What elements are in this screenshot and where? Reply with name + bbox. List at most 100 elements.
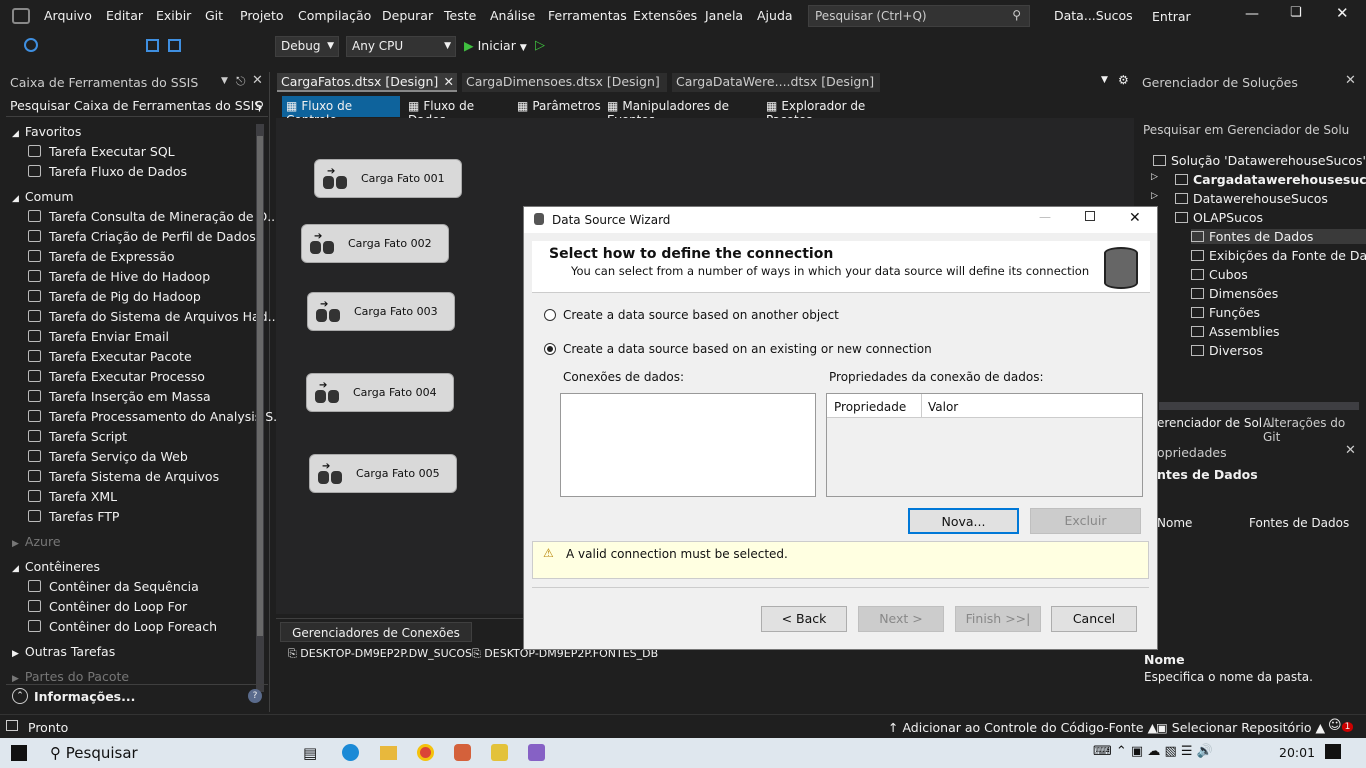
solution-item[interactable]: Cubos xyxy=(1191,267,1248,282)
toolbox-item[interactable]: Tarefa Script xyxy=(28,429,127,444)
run-without-debug-icon[interactable]: ▷ xyxy=(535,38,545,53)
task-carga-fato[interactable]: ➔ Carga Fato 002 xyxy=(301,224,449,263)
help-icon[interactable]: ? xyxy=(248,689,262,703)
menu-item-4[interactable]: Projeto xyxy=(240,8,284,23)
connections-list[interactable] xyxy=(560,393,816,497)
toolbox-search[interactable]: Pesquisar Caixa de Ferramentas do SSIS ⚲ xyxy=(6,95,268,117)
solution-item[interactable]: Solução 'DatawerehouseSucos' (3 d xyxy=(1153,153,1366,168)
minimize-button[interactable]: — xyxy=(1245,6,1259,22)
menu-item-9[interactable]: Ferramentas xyxy=(548,8,627,23)
back-button[interactable]: < Back xyxy=(761,606,847,632)
solution-item[interactable]: Dimensões xyxy=(1191,286,1278,301)
toolbox-group-favoritos[interactable]: ◢ Favoritos xyxy=(12,124,81,139)
toolbox-item[interactable]: Tarefa Inserção em Massa xyxy=(28,389,211,404)
menu-item-3[interactable]: Git xyxy=(205,8,223,23)
start-button[interactable]: ▶ Iniciar ▼ xyxy=(464,38,527,53)
solution-item[interactable]: ▷ DatawerehouseSucos xyxy=(1151,191,1328,206)
properties-object[interactable]: ntes de Dados xyxy=(1157,467,1258,482)
chevron-right-icon[interactable]: ▷ xyxy=(1151,191,1158,201)
toolbox-group-partes[interactable]: ▶ Partes do Pacote xyxy=(12,669,129,684)
chrome-icon[interactable] xyxy=(417,744,434,761)
properties-name-row[interactable]: Nome Fontes de Dados xyxy=(1157,516,1357,530)
restore-button[interactable]: ❏ xyxy=(1290,5,1302,20)
menu-item-12[interactable]: Ajuda xyxy=(757,8,793,23)
solution-item[interactable]: ▷ Cargadatawerehousesucos xyxy=(1151,172,1366,187)
toolbox-close-icon[interactable]: ✕ xyxy=(252,73,263,88)
connection-item[interactable]: ⎘ DESKTOP-DM9EP2P.DW_SUCOS xyxy=(288,647,472,661)
toolbox-group-comum[interactable]: ◢ Comum xyxy=(12,189,74,204)
properties-close-icon[interactable]: ✕ xyxy=(1345,443,1356,458)
vs-logo-icon[interactable] xyxy=(12,8,30,24)
source-control-button[interactable]: ↑ Adicionar ao Controle do Código-Fonte … xyxy=(888,720,1157,735)
menu-item-7[interactable]: Teste xyxy=(444,8,476,23)
solution-item[interactable]: Diversos xyxy=(1191,343,1263,358)
platform-select[interactable]: Any CPU ▼ xyxy=(346,36,456,57)
solution-item[interactable]: Funções xyxy=(1191,305,1260,320)
menu-item-11[interactable]: Janela xyxy=(705,8,743,23)
edge-icon[interactable] xyxy=(342,744,359,761)
signin-button[interactable]: Entrar xyxy=(1152,9,1191,24)
task-view-icon[interactable]: ▤ xyxy=(303,744,317,762)
wizard-close-button[interactable]: ✕ xyxy=(1129,210,1141,226)
repo-button[interactable]: ▣ Selecionar Repositório ▲ xyxy=(1156,720,1325,735)
horizontal-scrollbar[interactable] xyxy=(1159,402,1359,410)
task-carga-fato[interactable]: ➔ Carga Fato 003 xyxy=(307,292,455,331)
radio-other-object[interactable] xyxy=(544,309,556,321)
designer-tab-0[interactable]: ▦Fluxo de Controle xyxy=(282,96,400,127)
solution-item[interactable]: Fontes de Dados xyxy=(1191,229,1366,244)
wizard-maximize-button[interactable] xyxy=(1085,211,1095,221)
toolbox-item[interactable]: Tarefa Sistema de Arquivos xyxy=(28,469,219,484)
toolbox-group-conteineres[interactable]: ◢ Contêineres xyxy=(12,559,100,574)
menu-item-0[interactable]: Arquivo xyxy=(44,8,92,23)
info-bar[interactable]: ⌃ Informações... ? xyxy=(6,684,268,708)
toolbox-item[interactable]: Contêiner do Loop Foreach xyxy=(28,619,217,634)
tab-cargadatawere[interactable]: CargaDataWere....dtsx [Design] xyxy=(672,73,880,92)
back-icon[interactable] xyxy=(24,38,38,52)
tab-overflow-icon[interactable]: ▼ xyxy=(1101,75,1108,85)
tab-git-changes[interactable]: Alterações do Git xyxy=(1263,416,1366,444)
toolbox-item[interactable]: Tarefa XML xyxy=(28,489,117,504)
solution-search[interactable]: Pesquisar em Gerenciador de Solu xyxy=(1139,121,1355,141)
designer-tab-2[interactable]: ▦ Parâmetros xyxy=(513,96,601,117)
visual-studio-icon[interactable] xyxy=(528,744,545,761)
menu-item-6[interactable]: Depurar xyxy=(382,8,433,23)
solution-item[interactable]: Exibições da Fonte de Dados xyxy=(1191,248,1366,263)
scrollbar[interactable] xyxy=(256,124,264,692)
next-button[interactable]: Next > xyxy=(858,606,944,632)
save-all-icon[interactable] xyxy=(168,39,181,52)
task-carga-fato[interactable]: ➔ Carga Fato 001 xyxy=(314,159,462,198)
toolbox-item[interactable]: Tarefa do Sistema de Arquivos Had... xyxy=(28,309,280,324)
toolbox-item[interactable]: Contêiner da Sequência xyxy=(28,579,199,594)
menu-item-1[interactable]: Editar xyxy=(106,8,143,23)
solution-item[interactable]: Assemblies xyxy=(1191,324,1280,339)
clock[interactable]: 20:01 xyxy=(1279,745,1315,760)
task-carga-fato[interactable]: ➔ Carga Fato 004 xyxy=(306,373,454,412)
settings-icon[interactable]: ⚙ xyxy=(1118,73,1129,87)
toolbox-item[interactable]: Tarefa Enviar Email xyxy=(28,329,169,344)
search-input[interactable]: Pesquisar (Ctrl+Q) ⚲ xyxy=(808,5,1030,27)
chevron-right-icon[interactable]: ▷ xyxy=(1151,172,1158,182)
connection-managers-tab[interactable]: Gerenciadores de Conexões xyxy=(280,622,472,642)
wizard-minimize-button[interactable]: — xyxy=(1039,210,1051,224)
toolbox-item[interactable]: Contêiner do Loop For xyxy=(28,599,187,614)
cancel-button[interactable]: Cancel xyxy=(1051,606,1137,632)
properties-grid[interactable]: Propriedade Valor xyxy=(826,393,1143,497)
radio-existing-connection[interactable] xyxy=(544,343,556,355)
close-button[interactable]: ✕ xyxy=(1336,4,1349,22)
delete-connection-button[interactable]: Excluir xyxy=(1030,508,1141,534)
designer-tab-3[interactable]: ▦Manipuladores de Eventos xyxy=(603,96,758,127)
toolbox-item[interactable]: Tarefa Executar Pacote xyxy=(28,349,192,364)
finish-button[interactable]: Finish >>| xyxy=(955,606,1041,632)
designer-tab-4[interactable]: ▦Explorador de Pacotes xyxy=(762,96,902,127)
solution-item[interactable]: ◢OLAPSucos xyxy=(1151,210,1263,225)
tray-icons[interactable]: ⌨ ⌃ ▣ ☁ ▧ ☰ 🔊 xyxy=(1093,744,1213,759)
explorer-icon[interactable] xyxy=(380,746,397,760)
save-icon[interactable] xyxy=(146,39,159,52)
taskbar-search[interactable]: ⚲ Pesquisar xyxy=(50,744,138,762)
toolbox-item[interactable]: Tarefa Fluxo de Dados xyxy=(28,164,187,179)
tab-cargadimensoes[interactable]: CargaDimensoes.dtsx [Design] xyxy=(462,73,667,92)
toolbox-item[interactable]: Tarefa de Hive do Hadoop xyxy=(28,269,210,284)
menu-item-8[interactable]: Análise xyxy=(490,8,535,23)
menu-item-2[interactable]: Exibir xyxy=(156,8,191,23)
notification-icon[interactable]: ☺ 1 xyxy=(1328,718,1354,733)
